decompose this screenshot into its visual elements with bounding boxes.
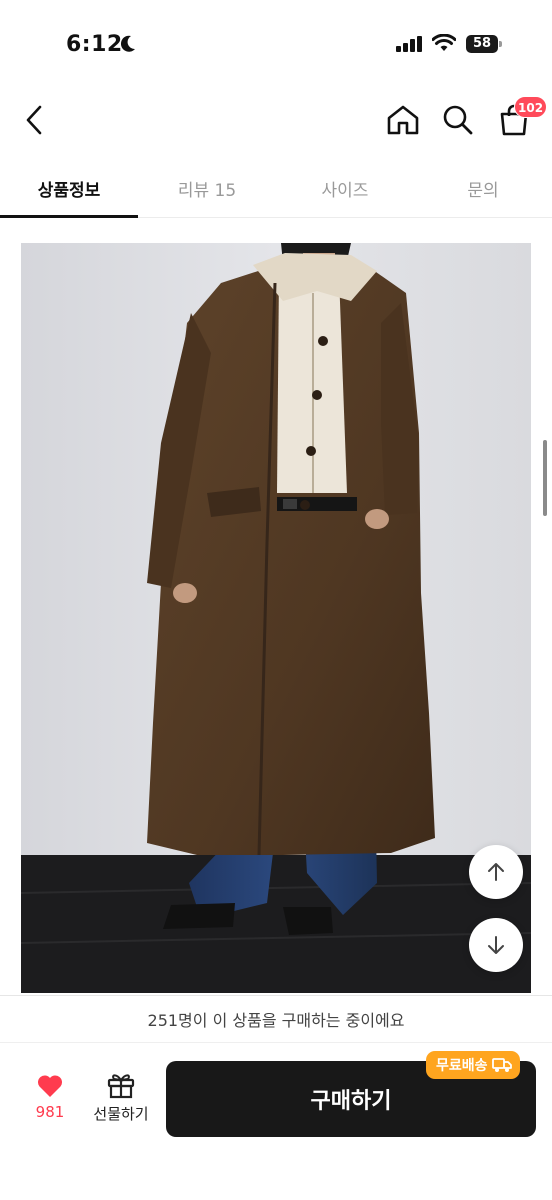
like-count: 981 <box>35 1103 65 1121</box>
status-bar: 6:12 58 <box>0 0 552 80</box>
gift-icon <box>107 1074 135 1099</box>
like-button[interactable]: 981 <box>22 1073 78 1133</box>
arrow-down-icon <box>488 936 504 954</box>
scroll-indicator[interactable] <box>543 440 547 516</box>
home-button[interactable] <box>383 100 423 140</box>
arrow-up-icon <box>488 863 504 881</box>
top-nav-bar: 102 <box>0 90 552 150</box>
scroll-down-button[interactable] <box>469 918 523 972</box>
product-photo <box>21 243 531 993</box>
battery-level: 58 <box>466 35 498 53</box>
moon-icon <box>120 35 135 52</box>
product-photo-illustration <box>21 243 531 993</box>
free-shipping-label: 무료배송 <box>436 1058 488 1074</box>
buy-button-label: 구매하기 <box>310 1089 392 1114</box>
tab-product-info[interactable]: 상품정보 <box>0 160 138 218</box>
gift-label: 선물하기 <box>93 1105 149 1123</box>
wifi-icon <box>432 34 456 51</box>
status-time: 6:12 <box>66 32 123 57</box>
search-button[interactable] <box>438 100 478 140</box>
back-icon <box>26 105 42 135</box>
scroll-up-button[interactable] <box>469 845 523 899</box>
purchase-notice-text: 251명이 이 상품을 구매하는 중이에요 <box>147 1011 405 1030</box>
cart-button[interactable]: 102 <box>494 96 548 140</box>
bottom-action-bar: 981 선물하기 구매하기 무료배송 <box>0 1043 552 1200</box>
battery-tip <box>499 41 502 47</box>
signal-icon <box>396 36 422 52</box>
home-icon <box>387 105 419 135</box>
search-icon <box>443 105 473 135</box>
heart-icon <box>37 1075 63 1097</box>
tab-reviews[interactable]: 리뷰 15 <box>138 160 276 217</box>
purchase-notice: 251명이 이 상품을 구매하는 중이에요 <box>0 995 552 1043</box>
tab-inquiry[interactable]: 문의 <box>414 160 552 217</box>
product-tabs: 상품정보 리뷰 15 사이즈 문의 <box>0 160 552 218</box>
truck-icon <box>491 1058 512 1072</box>
free-shipping-badge: 무료배송 <box>426 1051 520 1079</box>
tab-size[interactable]: 사이즈 <box>276 160 414 217</box>
back-button[interactable] <box>14 100 54 140</box>
cart-count-badge: 102 <box>514 96 548 118</box>
gift-button[interactable]: 선물하기 <box>88 1071 154 1133</box>
battery-indicator: 58 <box>466 35 502 53</box>
